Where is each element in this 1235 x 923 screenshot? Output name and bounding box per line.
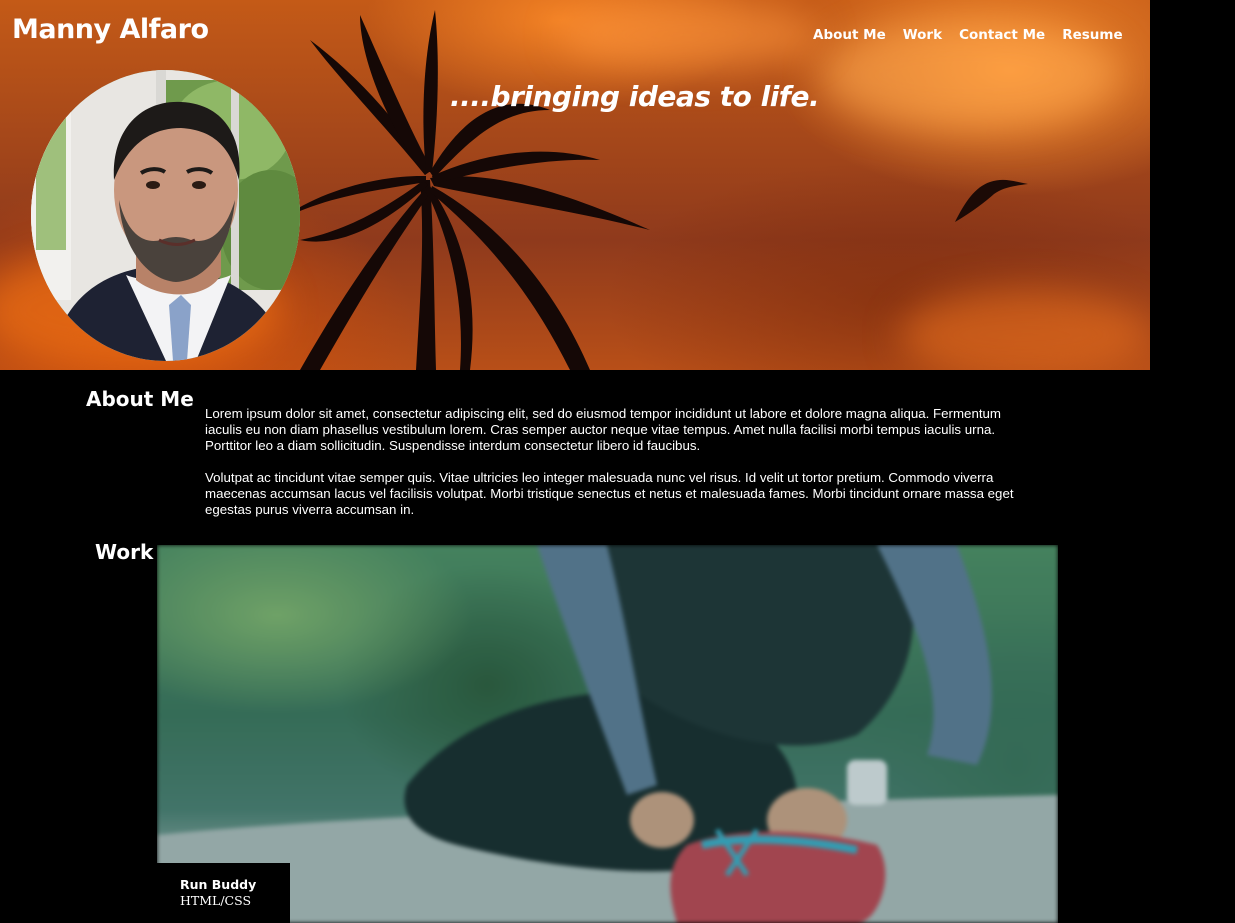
hero-banner: Manny Alfaro About Me Work Contact Me Re… <box>0 0 1150 370</box>
site-title: Manny Alfaro <box>12 14 209 45</box>
about-paragraph: Volutpat ac tincidunt vitae semper quis.… <box>205 470 1014 517</box>
project-image <box>157 545 1058 923</box>
tagline: ....bringing ideas to life. <box>450 80 820 113</box>
project-name: Run Buddy <box>180 877 257 892</box>
profile-avatar <box>31 70 300 361</box>
about-text: Lorem ipsum dolor sit amet, consectetur … <box>205 406 1035 534</box>
nav-link-about-me[interactable]: About Me <box>813 27 886 43</box>
bird-silhouette <box>955 179 1028 222</box>
work-heading: Work <box>95 540 154 564</box>
nav-link-resume[interactable]: Resume <box>1062 27 1122 43</box>
runner-illustration <box>157 545 1058 923</box>
project-tech: HTML/CSS <box>180 893 252 908</box>
nav-link-work[interactable]: Work <box>903 27 942 43</box>
project-label: Run Buddy HTML/CSS <box>157 863 290 923</box>
profile-photo <box>31 70 300 361</box>
nav-link-contact-me[interactable]: Contact Me <box>959 27 1045 43</box>
about-paragraph: Lorem ipsum dolor sit amet, consectetur … <box>205 406 1002 453</box>
project-card-run-buddy[interactable]: Run Buddy HTML/CSS <box>157 545 1058 923</box>
main-nav: About Me Work Contact Me Resume <box>813 27 1123 43</box>
sky-cloud <box>900 290 1150 370</box>
about-heading: About Me <box>86 387 194 411</box>
